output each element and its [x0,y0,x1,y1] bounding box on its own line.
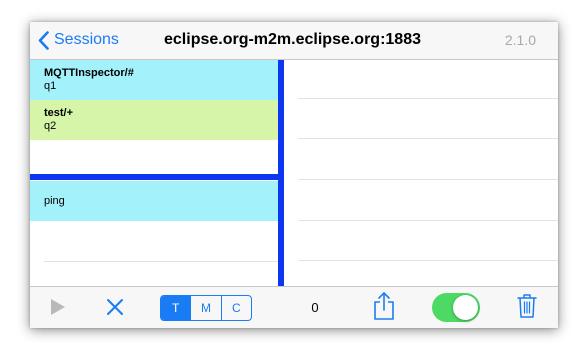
back-label: Sessions [54,31,119,48]
app-window: Sessions eclipse.org-m2m.eclipse.org:188… [30,22,558,328]
segment-m[interactable]: M [190,296,220,320]
segment-c[interactable]: C [220,296,251,320]
close-icon [107,299,123,315]
version-label: 2.1.0 [504,32,536,48]
messages-panel [284,60,558,286]
subscription-qos: q2 [44,120,57,132]
bottom-toolbar: T M C 0 [30,286,558,328]
row-separator [44,261,278,262]
toggle-knob [453,295,478,320]
play-button[interactable] [50,298,66,321]
row-separator [298,260,558,261]
segment-t[interactable]: T [161,296,191,320]
filter-segmented-control: T M C [160,295,252,321]
subscription-topic: test/+ [44,107,74,119]
subscription-row[interactable]: test/+ q2 [30,100,278,140]
row-separator [298,220,558,221]
row-separator [298,98,558,99]
share-icon [374,292,394,320]
row-separator [298,138,558,139]
command-label: ping [44,195,65,207]
row-separator [298,179,558,180]
chevron-left-icon [38,30,49,50]
delete-button[interactable] [517,293,537,324]
connection-toggle[interactable] [432,293,480,322]
message-count: 0 [311,300,319,315]
back-button[interactable]: Sessions [38,29,119,51]
subscriptions-panel: MQTTInspector/# q1 test/+ q2 ping [30,60,278,286]
subscription-qos: q1 [44,80,57,92]
subscription-topic: MQTTInspector/# [44,67,134,79]
clear-button[interactable] [106,298,124,321]
session-title: eclipse.org-m2m.eclipse.org:1883 [164,31,421,48]
navigation-bar: Sessions eclipse.org-m2m.eclipse.org:188… [30,22,558,60]
play-icon [51,299,65,315]
empty-row [30,140,278,174]
subscription-row[interactable]: MQTTInspector/# q1 [30,60,278,100]
share-button[interactable] [373,291,395,326]
panel-divider-horizontal[interactable] [30,174,278,180]
command-row[interactable]: ping [30,181,278,221]
trash-icon [517,294,537,318]
